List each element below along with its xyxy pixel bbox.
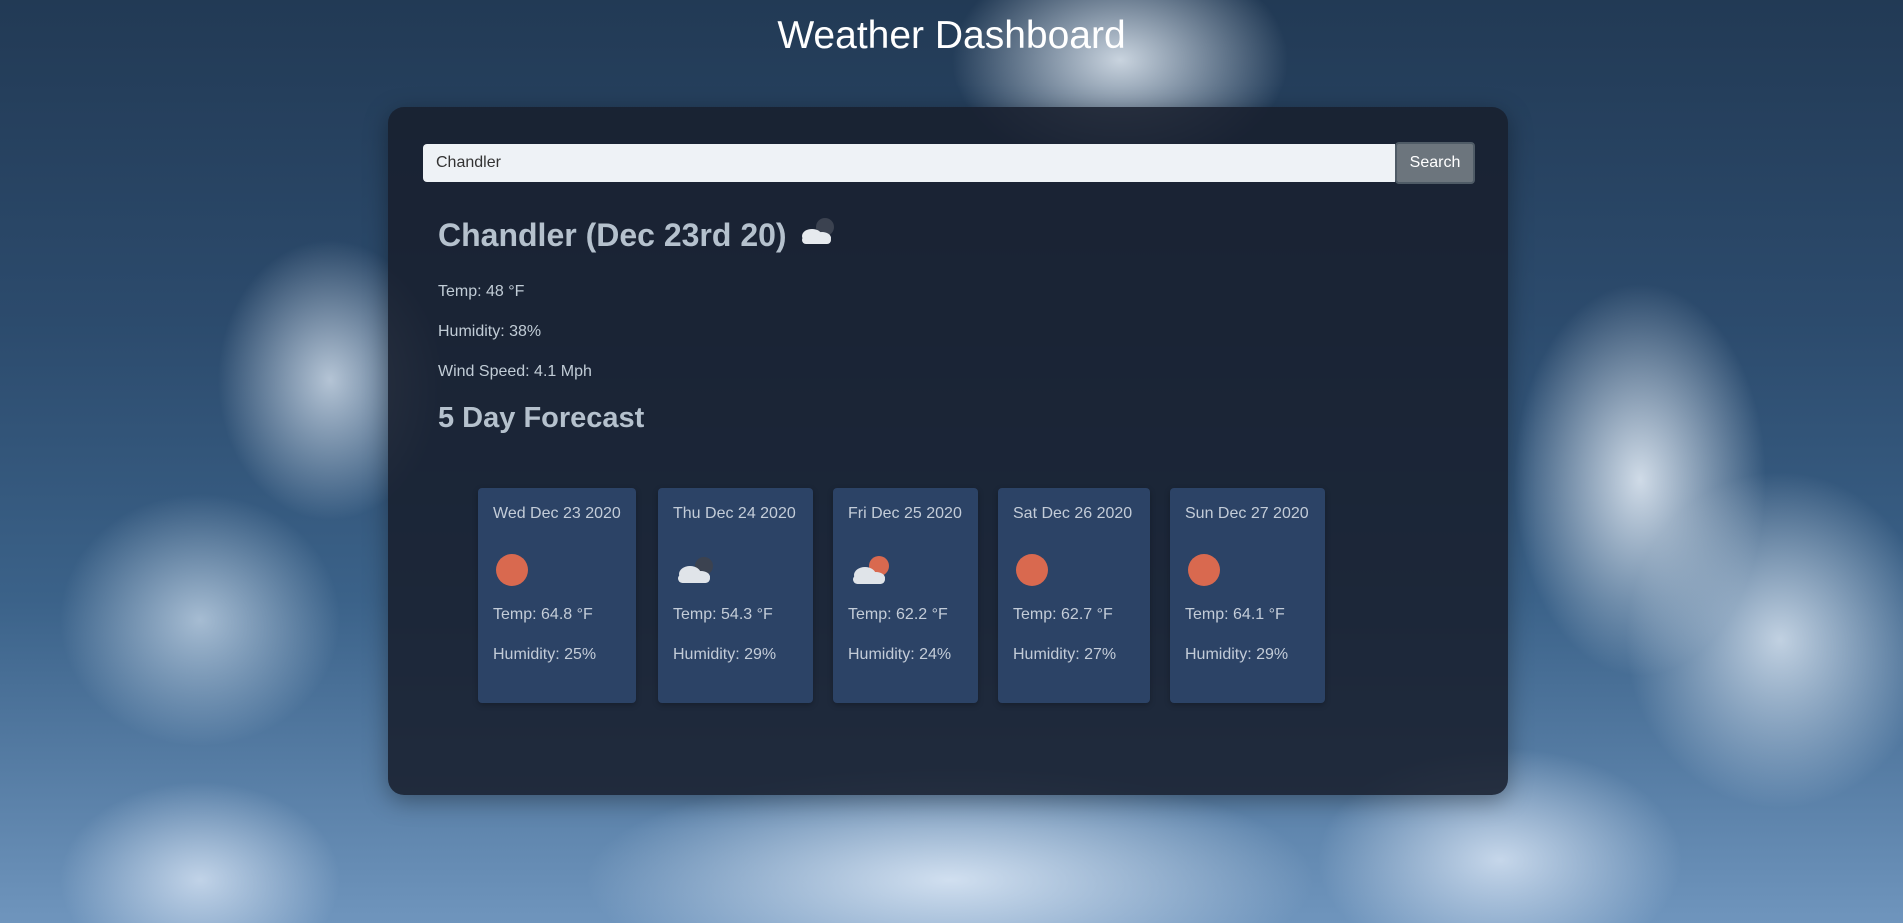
forecast-date: Thu Dec 24 2020 bbox=[673, 505, 796, 522]
search-button[interactable]: Search bbox=[1395, 142, 1475, 184]
forecast-temp: Temp: 62.2 °F bbox=[848, 606, 948, 623]
forecast-date: Sun Dec 27 2020 bbox=[1185, 505, 1309, 522]
forecast-humidity: Humidity: 29% bbox=[673, 646, 777, 663]
forecast-temp: Temp: 54.3 °F bbox=[673, 606, 773, 623]
current-humidity: Humidity: 38% bbox=[438, 323, 542, 340]
cloudy-night-icon bbox=[795, 214, 839, 256]
forecast-card: Wed Dec 23 2020 Temp: 64.8 °F Humidity: … bbox=[478, 488, 636, 703]
sun-icon bbox=[1010, 550, 1060, 590]
forecast-card: Sat Dec 26 2020 Temp: 62.7 °F Humidity: … bbox=[998, 488, 1150, 703]
forecast-card: Fri Dec 25 2020 Temp: 62.2 °F Humidity: … bbox=[833, 488, 978, 703]
page-title: Weather Dashboard bbox=[777, 14, 1126, 57]
forecast-humidity: Humidity: 25% bbox=[493, 646, 597, 663]
forecast-date: Fri Dec 25 2020 bbox=[848, 505, 962, 522]
city-search-input[interactable] bbox=[423, 144, 1395, 182]
forecast-card: Sun Dec 27 2020 Temp: 64.1 °F Humidity: … bbox=[1170, 488, 1325, 703]
sun-icon bbox=[1182, 550, 1232, 590]
dashboard-panel: Search Chandler (Dec 23rd 20) Temp: 48 °… bbox=[388, 107, 1508, 795]
current-wind-speed: Wind Speed: 4.1 Mph bbox=[438, 363, 592, 380]
forecast-heading: 5 Day Forecast bbox=[438, 402, 645, 434]
partly-cloudy-icon bbox=[845, 550, 895, 590]
forecast-date: Wed Dec 23 2020 bbox=[493, 505, 621, 522]
forecast-temp: Temp: 64.8 °F bbox=[493, 606, 593, 623]
sun-icon bbox=[490, 550, 540, 590]
forecast-card: Thu Dec 24 2020 Temp: 54.3 °F Humidity: … bbox=[658, 488, 813, 703]
forecast-humidity: Humidity: 29% bbox=[1185, 646, 1289, 663]
cloud-icon bbox=[670, 550, 720, 590]
forecast-temp: Temp: 62.7 °F bbox=[1013, 606, 1113, 623]
forecast-humidity: Humidity: 24% bbox=[848, 646, 952, 663]
forecast-humidity: Humidity: 27% bbox=[1013, 646, 1117, 663]
search-bar: Search bbox=[423, 142, 1475, 184]
current-weather: Chandler (Dec 23rd 20) Temp: 48 °F Humid… bbox=[438, 211, 839, 380]
current-city-date: Chandler (Dec 23rd 20) bbox=[438, 216, 787, 253]
forecast-date: Sat Dec 26 2020 bbox=[1013, 505, 1133, 522]
forecast-temp: Temp: 64.1 °F bbox=[1185, 606, 1285, 623]
current-temp: Temp: 48 °F bbox=[438, 283, 525, 300]
current-weather-heading: Chandler (Dec 23rd 20) bbox=[438, 211, 839, 259]
